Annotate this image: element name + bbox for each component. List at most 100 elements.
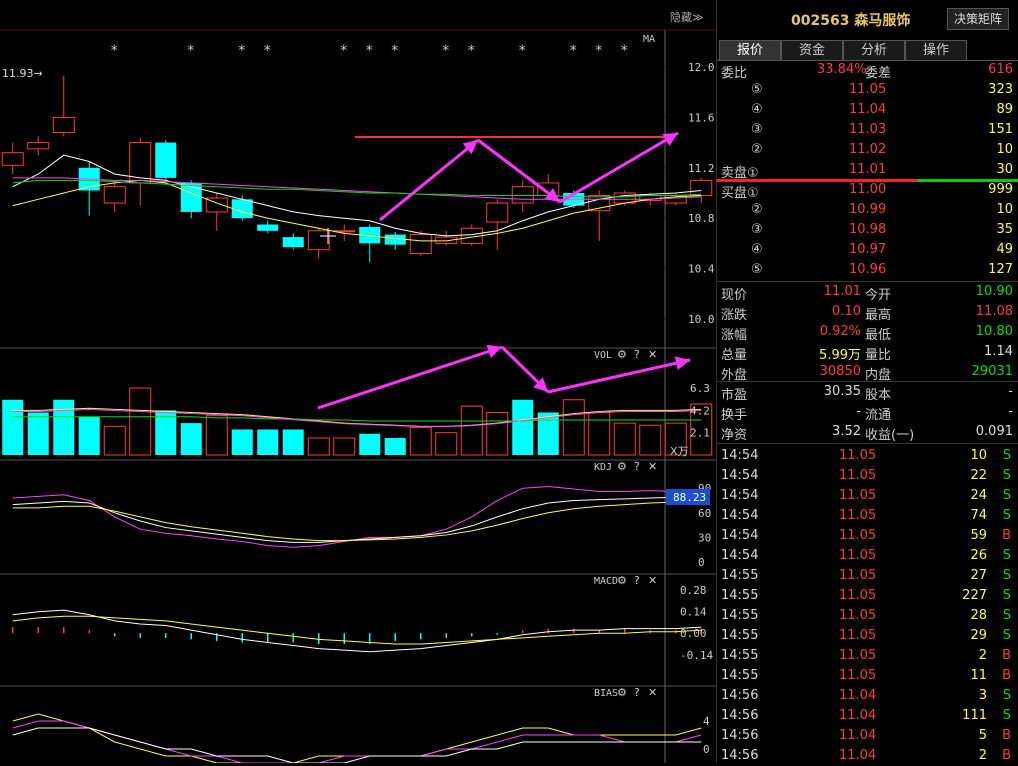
tick-row[interactable]: 14:54 11.05 26 S bbox=[717, 546, 1018, 566]
tick-row[interactable]: 14:55 11.05 28 S bbox=[717, 606, 1018, 626]
close-icon[interactable]: ✕ bbox=[648, 460, 657, 473]
tick-row[interactable]: 14:56 11.04 5 B bbox=[717, 726, 1018, 746]
tick-row[interactable]: 14:55 11.05 227 S bbox=[717, 586, 1018, 606]
volume-bar-down bbox=[180, 423, 202, 455]
stat-value: 10.80 bbox=[975, 324, 1013, 339]
close-icon[interactable]: ✕ bbox=[648, 574, 657, 587]
fundamental-value: - bbox=[856, 404, 861, 419]
help-icon[interactable]: ? bbox=[634, 686, 640, 699]
price-tick-label: 12.0 bbox=[688, 61, 715, 74]
indicator-title: KDJ bbox=[594, 462, 612, 473]
tick-volume: 227 bbox=[962, 588, 987, 603]
candle-up bbox=[409, 234, 432, 254]
tick-row[interactable]: 14:55 11.05 27 S bbox=[717, 566, 1018, 586]
volume-bar-up bbox=[103, 425, 126, 456]
tick-time: 14:55 bbox=[721, 568, 759, 583]
hide-panel-button[interactable]: 隐藏≫ bbox=[670, 9, 704, 25]
tick-volume: 2 bbox=[978, 648, 987, 663]
stat-value: 10.90 bbox=[975, 284, 1013, 299]
candle-up bbox=[1, 152, 24, 166]
candle-up bbox=[52, 116, 75, 134]
candle-up bbox=[690, 179, 713, 197]
help-icon[interactable]: ? bbox=[634, 460, 640, 473]
tick-side: B bbox=[1002, 528, 1011, 543]
tick-price: 11.05 bbox=[839, 668, 877, 683]
gear-icon[interactable]: ⚙ bbox=[617, 686, 627, 699]
sell-level-label: ③ bbox=[751, 122, 763, 137]
gear-icon[interactable]: ⚙ bbox=[617, 460, 627, 473]
buy-order-row[interactable]: 买盘① 11.00 999 bbox=[717, 180, 1018, 201]
decision-matrix-button[interactable]: 决策矩阵 bbox=[947, 8, 1009, 30]
tick-side: S bbox=[1002, 488, 1011, 503]
volume-bar-up bbox=[205, 415, 228, 456]
help-icon[interactable]: ? bbox=[634, 348, 640, 361]
volume-bar-down bbox=[27, 412, 49, 455]
fundamental-label: 股本 bbox=[865, 388, 892, 403]
panel-header: 002563 森马服饰 决策矩阵 bbox=[717, 0, 1018, 36]
ma-label: MA bbox=[643, 34, 655, 45]
chart-area[interactable]: 12.0 11.6 11.2 10.8 10.4 10.0 MA * * * * * * * * * * * * * 1… bbox=[0, 0, 716, 763]
tick-row[interactable]: 14:56 11.04 3 S bbox=[717, 686, 1018, 706]
candle-down bbox=[384, 234, 406, 245]
tab-quote[interactable]: 报价 bbox=[719, 40, 781, 60]
buy-order-row[interactable]: ③ 10.98 35 bbox=[717, 220, 1018, 240]
fundamental-row: 净资 3.52 收益(一) 0.091 bbox=[717, 422, 1018, 443]
star-marker: * bbox=[442, 43, 449, 59]
tick-row[interactable]: 14:54 11.05 22 S bbox=[717, 466, 1018, 486]
help-icon[interactable]: ? bbox=[634, 574, 640, 587]
kdj-line bbox=[12, 486, 702, 548]
gear-icon[interactable]: ⚙ bbox=[617, 574, 627, 587]
stat-label: 最低 bbox=[865, 328, 892, 343]
tick-side: S bbox=[1002, 548, 1011, 563]
tick-row[interactable]: 14:55 11.05 11 B bbox=[717, 666, 1018, 686]
volume-bar-up bbox=[588, 412, 611, 456]
candle-down bbox=[257, 224, 279, 231]
tick-row[interactable]: 14:54 11.05 24 S bbox=[717, 486, 1018, 506]
close-icon[interactable]: ✕ bbox=[648, 686, 657, 699]
annotation-arrow-head bbox=[486, 344, 502, 359]
tab-capital[interactable]: 资金 bbox=[781, 40, 843, 60]
sell-order-row[interactable]: ④ 11.04 89 bbox=[717, 100, 1018, 120]
annotation-arrow bbox=[379, 138, 479, 222]
tick-row[interactable]: 14:54 11.05 59 B bbox=[717, 526, 1018, 546]
sell-order-row[interactable]: ③ 11.03 151 bbox=[717, 120, 1018, 140]
fundamental-label: 换手 bbox=[721, 408, 748, 423]
stat-label: 现价 bbox=[721, 288, 748, 303]
tick-price: 11.05 bbox=[839, 488, 877, 503]
buy-order-row[interactable]: ② 10.99 10 bbox=[717, 200, 1018, 220]
buy-order-row[interactable]: ④ 10.97 49 bbox=[717, 240, 1018, 260]
tick-volume: 111 bbox=[962, 708, 987, 723]
volume-bar-down bbox=[512, 399, 534, 455]
volume-bar-down bbox=[257, 429, 279, 455]
price-tick-label: 10.4 bbox=[688, 263, 715, 276]
chart-canvas[interactable]: 12.0 11.6 11.2 10.8 10.4 10.0 MA * * * * * * * * * * * * * 1… bbox=[0, 0, 716, 763]
tick-row[interactable]: 14:56 11.04 2 B bbox=[717, 746, 1018, 766]
star-marker: * bbox=[264, 43, 271, 59]
tab-analysis[interactable]: 分析 bbox=[843, 40, 905, 60]
tick-row[interactable]: 14:54 11.05 74 S bbox=[717, 506, 1018, 526]
tick-volume: 28 bbox=[970, 608, 987, 623]
fundamental-value: - bbox=[1008, 384, 1013, 399]
tick-price: 11.05 bbox=[839, 568, 877, 583]
stat-value: 11.01 bbox=[823, 284, 861, 299]
tick-row[interactable]: 14:55 11.05 29 S bbox=[717, 626, 1018, 646]
tab-operation[interactable]: 操作 bbox=[905, 40, 967, 60]
tick-time: 14:55 bbox=[721, 628, 759, 643]
gear-icon[interactable]: ⚙ bbox=[617, 348, 627, 361]
sell-order-row[interactable]: ⑤ 11.05 323 bbox=[717, 80, 1018, 100]
tick-volume: 11 bbox=[970, 668, 987, 683]
weicha-value: 616 bbox=[988, 62, 1013, 77]
buy-order-row[interactable]: ⑤ 10.96 127 bbox=[717, 260, 1018, 280]
close-icon[interactable]: ✕ bbox=[648, 348, 657, 361]
sell-order-row[interactable]: 卖盘① 11.01 30 bbox=[717, 160, 1018, 181]
stat-value: 29031 bbox=[971, 364, 1013, 379]
tick-row[interactable]: 14:54 11.05 10 S bbox=[717, 446, 1018, 466]
sell-order-row[interactable]: ② 11.02 10 bbox=[717, 140, 1018, 160]
stat-row: 涨跌 0.10 最高 11.08 bbox=[717, 302, 1018, 323]
candle-down bbox=[155, 142, 177, 178]
tick-row[interactable]: 14:56 11.04 111 S bbox=[717, 706, 1018, 726]
tick-row[interactable]: 14:55 11.05 2 B bbox=[717, 646, 1018, 666]
price-tick-label: 10.8 bbox=[688, 212, 715, 225]
buy-level-label: ② bbox=[751, 202, 763, 217]
star-marker: * bbox=[519, 43, 526, 59]
